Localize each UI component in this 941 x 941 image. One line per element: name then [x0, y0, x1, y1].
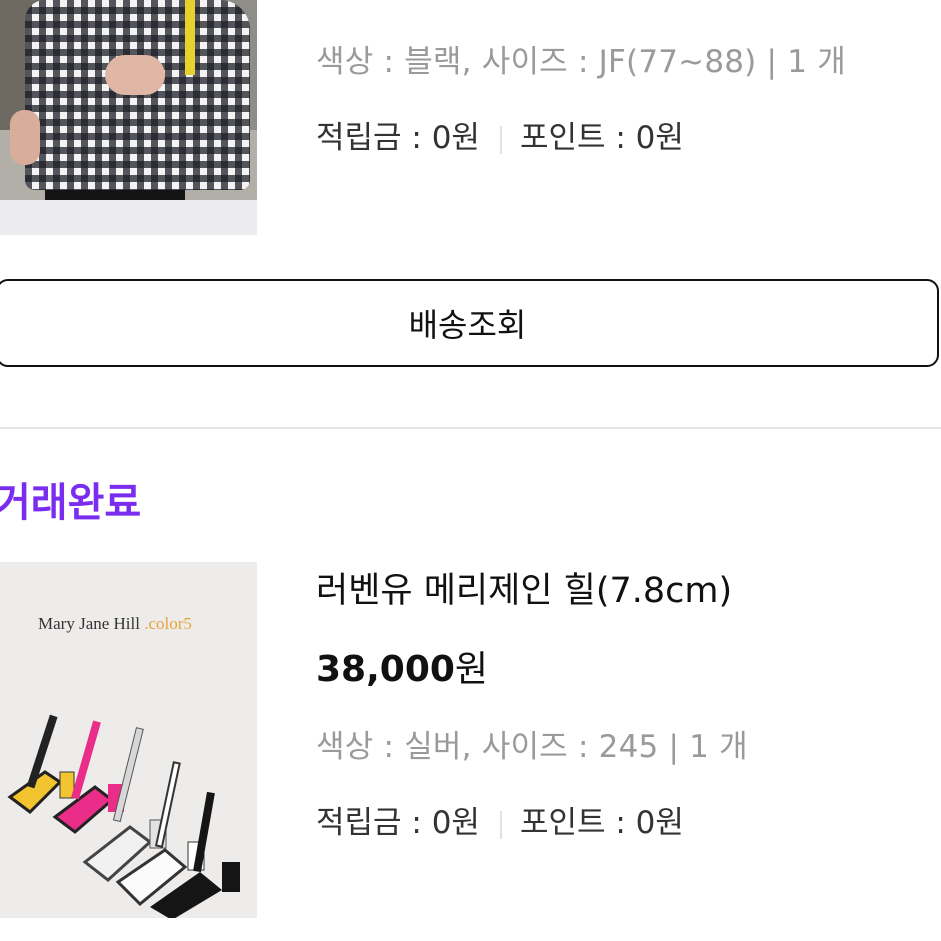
order1-point: 포인트 : 0원 — [519, 120, 684, 156]
points-divider — [499, 810, 502, 839]
order2-point: 포인트 : 0원 — [519, 805, 684, 841]
track-delivery-button[interactable]: 배송조회 — [0, 279, 939, 367]
order-status-label: 거래완료 — [0, 480, 142, 526]
order1-reward: 적립금 : 0원 — [316, 120, 480, 156]
order2-points-row: 적립금 : 0원 포인트 : 0원 — [316, 797, 684, 842]
order-divider — [0, 427, 941, 429]
points-divider — [499, 125, 502, 154]
product-title[interactable]: 러벤유 메리제인 힐(7.8cm) — [316, 562, 732, 613]
heels-illustration — [7, 714, 240, 918]
shoe-yellow — [7, 714, 75, 814]
photo-arm — [10, 110, 40, 165]
order1-points-row: 적립금 : 0원 포인트 : 0원 — [316, 112, 684, 157]
image-caption-accent: .color5 — [144, 614, 192, 633]
image-caption: Mary Jane Hill .color5 — [38, 614, 192, 634]
order2-options: 색상 : 실버, 사이즈 : 245 | 1 개 — [316, 729, 748, 765]
price-unit: 원 — [454, 649, 489, 690]
product-image-mary-jane-heels[interactable]: Mary Jane Hill .color5 — [0, 562, 257, 918]
photo-hand — [105, 55, 165, 95]
photo-gingham-jacket — [25, 0, 250, 190]
price-amount: 38,000 — [316, 649, 455, 690]
product-price: 38,000원 — [316, 640, 488, 692]
product-photo — [0, 0, 257, 200]
product-image-checked-jacket[interactable] — [0, 0, 257, 235]
order1-options: 색상 : 블랙, 사이즈 : JF(77~88) | 1 개 — [316, 44, 846, 80]
image-caption-main: Mary Jane Hill — [38, 614, 145, 633]
order2-reward: 적립금 : 0원 — [316, 805, 480, 841]
photo-bag-strap — [185, 0, 195, 75]
